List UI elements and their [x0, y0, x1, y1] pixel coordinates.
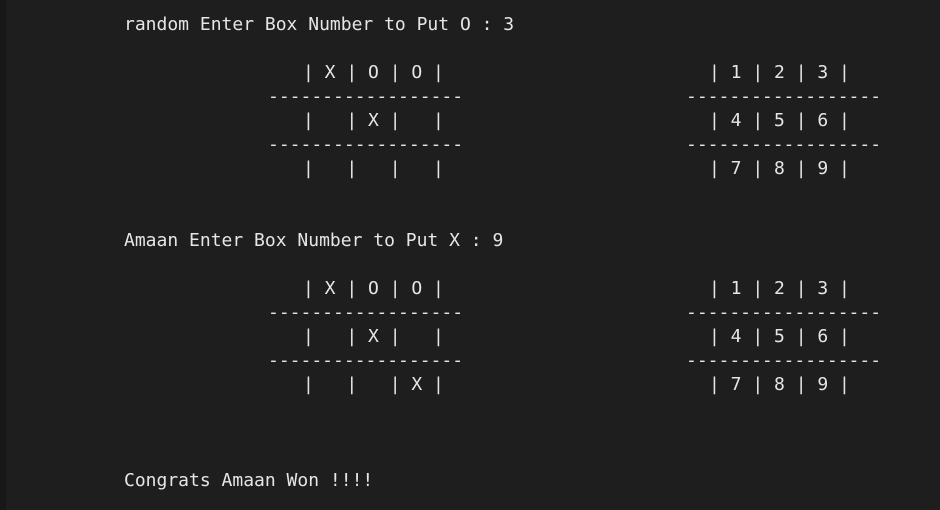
board-1-row-2: | | X | | [303, 110, 444, 131]
board-2-divider-2: ------------------ [268, 350, 464, 371]
board-2-divider-1: ------------------ [268, 302, 464, 323]
key-2-divider-2: ------------------ [686, 350, 882, 371]
key-2-divider-1: ------------------ [686, 302, 882, 323]
prompt-line-amaan: Amaan Enter Box Number to Put X : 9 [124, 230, 504, 251]
board-2-row-3: | | | X | [303, 374, 444, 395]
board-1-row-3: | | | | [303, 158, 444, 179]
key-2-row-2: | 4 | 5 | 6 | [709, 326, 850, 347]
key-1-row-3: | 7 | 8 | 9 | [709, 158, 850, 179]
board-1-divider-2: ------------------ [268, 134, 464, 155]
board-2-row-1: | X | O | O | [303, 278, 444, 299]
prompt-line-random: random Enter Box Number to Put O : 3 [124, 14, 515, 35]
key-2-row-1: | 1 | 2 | 3 | [709, 278, 850, 299]
key-1-row-1: | 1 | 2 | 3 | [709, 62, 850, 83]
win-message: Congrats Amaan Won !!!! [124, 470, 374, 491]
key-2-row-3: | 7 | 8 | 9 | [709, 374, 850, 395]
board-2-row-2: | | X | | [303, 326, 444, 347]
key-1-divider-1: ------------------ [686, 86, 882, 107]
key-1-divider-2: ------------------ [686, 134, 882, 155]
board-1-divider-1: ------------------ [268, 86, 464, 107]
board-1-row-1: | X | O | O | [303, 62, 444, 83]
key-1-row-2: | 4 | 5 | 6 | [709, 110, 850, 131]
terminal-output: random Enter Box Number to Put O : 3 | X… [0, 0, 940, 510]
